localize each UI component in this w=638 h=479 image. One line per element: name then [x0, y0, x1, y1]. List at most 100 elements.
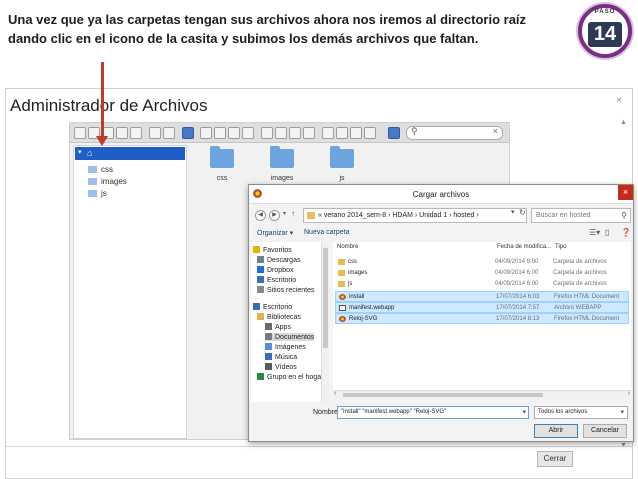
dialog-close-button[interactable]: × [618, 185, 633, 200]
scroll-up-icon[interactable]: ▲ [620, 119, 627, 126]
folder-icon [88, 166, 97, 174]
recent-dropdown-icon[interactable]: ▾ [283, 210, 286, 217]
file-row[interactable]: images 04/09/2014 6:00 Carpeta de archivos [335, 268, 629, 279]
file-name: js [348, 281, 353, 287]
copy-icon[interactable] [214, 127, 226, 139]
up-arrow-icon[interactable]: ↑ [291, 209, 295, 218]
extract-icon[interactable] [322, 127, 334, 139]
step-badge-number: 14 [588, 22, 622, 47]
column-header-name[interactable]: Nombre [337, 244, 358, 250]
file-row[interactable]: manifest.webapp 17/07/2014 7:57 Archivo WE… [335, 302, 629, 313]
edit-icon[interactable] [289, 127, 301, 139]
filetype-select[interactable]: Todos los archivos ▾ [534, 406, 628, 419]
expand-caret-icon[interactable]: ▾ [78, 148, 82, 156]
preview-icon[interactable] [200, 127, 212, 139]
nav-item[interactable]: Favoritos [253, 246, 292, 254]
info-icon[interactable] [182, 127, 194, 139]
tree-item-js[interactable]: js [88, 189, 107, 198]
recent-icon [257, 286, 264, 293]
help-icon[interactable]: ❓ [621, 228, 631, 237]
scroll-right-icon[interactable]: › [628, 390, 630, 397]
scroll-left-icon[interactable]: ‹ [334, 390, 336, 397]
list-view-icon[interactable] [364, 127, 376, 139]
scroll-thumb[interactable] [343, 393, 543, 397]
pointer-arrow [101, 62, 104, 140]
help-icon[interactable] [388, 127, 400, 139]
nav-item[interactable]: Grupo en el hoga [257, 373, 321, 381]
new-folder-button[interactable]: Nueva carpeta [304, 229, 350, 236]
folder-js[interactable]: js [322, 146, 362, 182]
file-manager-close-icon[interactable]: × [616, 95, 622, 106]
nav-item-label: Sitios recientes [267, 287, 315, 294]
tree-item-images[interactable]: images [88, 177, 127, 186]
folder-images[interactable]: images [262, 146, 302, 182]
back-icon[interactable]: ◀ [255, 210, 266, 221]
filename-input[interactable]: "install" "manifest.webapp" "Reloj-SVG" … [337, 406, 529, 419]
forward-icon[interactable]: ▶ [269, 210, 280, 221]
rename-icon[interactable] [275, 127, 287, 139]
nav-item[interactable]: Bibliotecas [257, 313, 301, 321]
folder-icon [210, 146, 234, 168]
archive-icon[interactable] [303, 127, 315, 139]
file-manager-search[interactable]: ⚲ × [406, 126, 503, 140]
nav-item[interactable]: Descargas [257, 256, 300, 264]
nav-item[interactable]: Imágenes [265, 343, 306, 351]
nav-item[interactable]: Escritorio [253, 303, 292, 311]
file-type: Archivo WEBAPP [554, 305, 602, 311]
nav-item[interactable]: Escritorio [257, 276, 296, 284]
dialog-search-input[interactable]: Buscar en hosted ⚲ [531, 208, 631, 223]
nav-item[interactable]: Música [265, 353, 297, 361]
nav-item[interactable]: Dropbox [257, 266, 293, 274]
column-header-type[interactable]: Tipo [555, 244, 566, 250]
file-type: Firefox HTML Document [554, 316, 620, 322]
path-dropdown-icon[interactable]: ▾ [511, 208, 515, 216]
delete-icon[interactable] [261, 127, 273, 139]
tree-item-css[interactable]: css [88, 165, 113, 174]
file-row[interactable]: install 17/07/2014 6:03 Firefox HTML Docum… [335, 291, 629, 302]
chevron-down-icon[interactable]: ▾ [620, 407, 624, 418]
back-icon[interactable] [74, 127, 86, 139]
new-file-icon[interactable] [130, 127, 142, 139]
folder-tree: ▾ ⌂ css images js [73, 145, 187, 439]
nav-item[interactable]: Sitios recientes [257, 286, 314, 294]
file-manager-toolbar: ⚲ × [70, 123, 509, 143]
nav-item[interactable]: Apps [265, 323, 291, 331]
file-row[interactable]: Reloj-SVG 17/07/2014 8:13 Firefox HTML Doc… [335, 313, 629, 324]
cut-icon[interactable] [228, 127, 240, 139]
view-options-icon[interactable]: ☰▾ [589, 228, 600, 237]
folder-css[interactable]: css [202, 146, 242, 182]
organize-button[interactable]: Organizar ▾ [257, 229, 293, 237]
file-name: Reloj-SVG [349, 316, 378, 322]
chevron-down-icon[interactable]: ▾ [522, 407, 526, 418]
file-list: Nombre Fecha de modifica... Tipo css 04/0… [333, 242, 631, 390]
nav-item[interactable]: Vídeos [265, 363, 297, 371]
download-icon[interactable] [163, 127, 175, 139]
refresh-icon[interactable]: ↻ [519, 208, 526, 217]
navigation-scrollbar[interactable] [321, 242, 329, 402]
icons-view-icon[interactable] [350, 127, 362, 139]
paste-icon[interactable] [242, 127, 254, 139]
nav-item[interactable]: Documentos [265, 333, 315, 341]
tree-root-home[interactable]: ▾ ⌂ [75, 147, 185, 160]
new-folder-icon[interactable] [116, 127, 128, 139]
dropbox-icon [257, 266, 264, 273]
apps-icon [265, 323, 272, 330]
breadcrumb[interactable]: « verano 2014_sem-8 › HDAM › Unidad 1 › … [303, 208, 527, 223]
nav-item-label: Escritorio [263, 304, 293, 311]
cancel-button[interactable]: Cancelar [583, 424, 627, 438]
home-icon[interactable]: ⌂ [87, 148, 92, 158]
file-row[interactable]: js 04/09/2014 6:00 Carpeta de archivos [335, 279, 629, 290]
column-header-date[interactable]: Fecha de modifica... [497, 244, 551, 250]
horizontal-scrollbar[interactable]: ‹ › [333, 390, 631, 399]
download-icon [257, 256, 264, 263]
file-row[interactable]: css 04/09/2014 6:00 Carpeta de archivos [335, 257, 629, 268]
preview-pane-icon[interactable]: ▯ [605, 228, 609, 237]
clear-search-icon[interactable]: × [493, 126, 498, 136]
close-button[interactable]: Cerrar [537, 451, 573, 467]
scroll-thumb[interactable] [323, 248, 328, 348]
select-all-icon[interactable] [336, 127, 348, 139]
search-placeholder: Buscar en hosted [536, 212, 591, 219]
open-button[interactable]: Abrir [534, 424, 578, 438]
file-icon [339, 305, 346, 311]
open-icon[interactable] [149, 127, 161, 139]
